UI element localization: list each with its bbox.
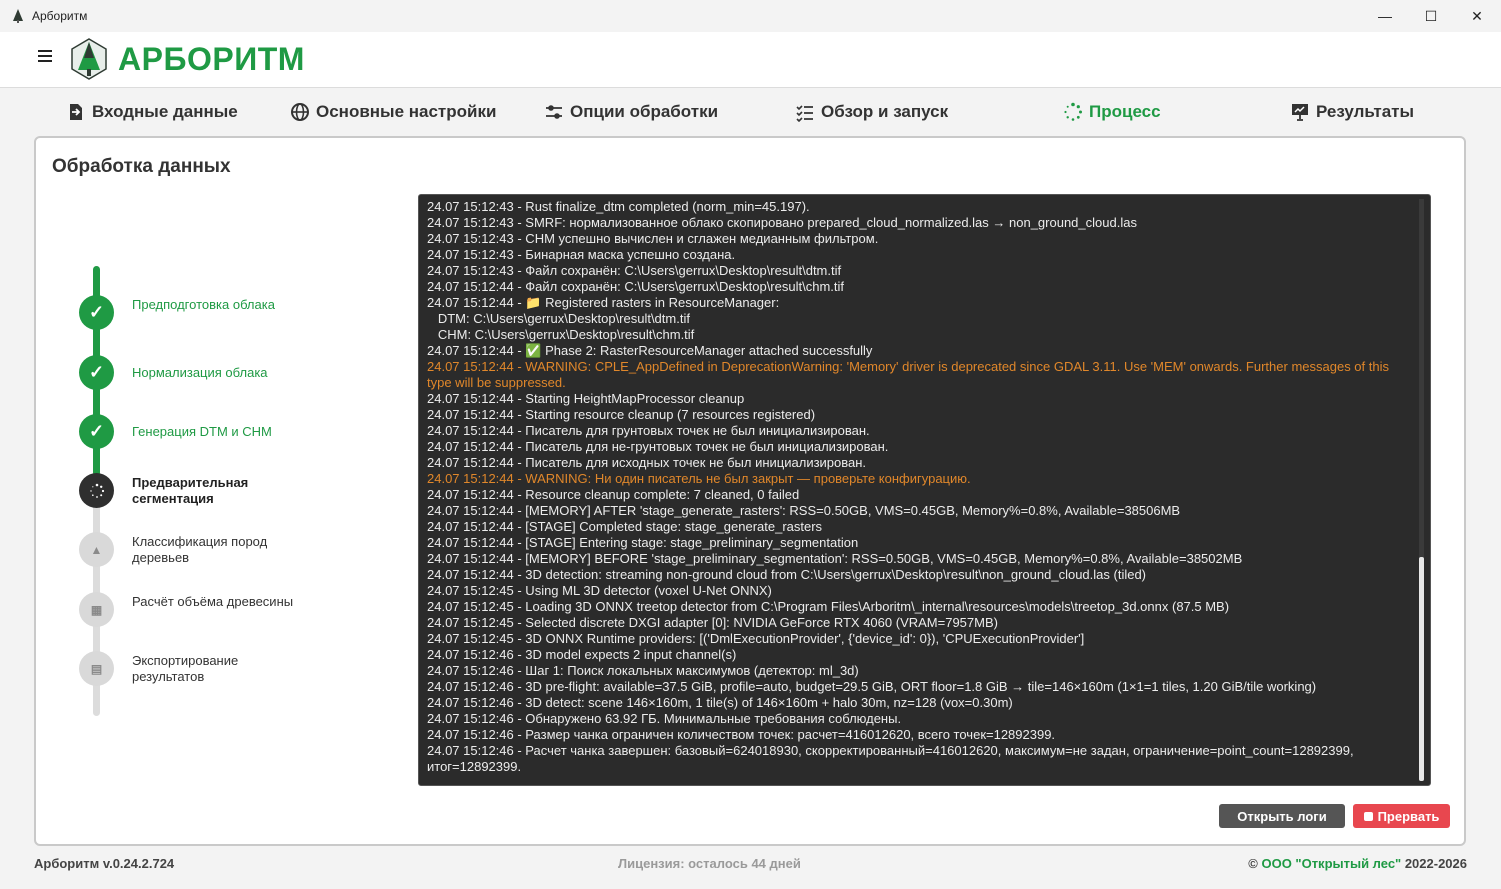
step-4-label: Предварительная сегментация [132, 475, 249, 506]
copyright-symbol: © [1248, 856, 1262, 871]
step-3-check-icon: ✓ [79, 414, 114, 449]
log-line: 24.07 15:12:46 - 3D detect: scene 146×16… [427, 695, 1013, 710]
log-line: 24.07 15:12:44 - Starting HeightMapProce… [427, 391, 745, 406]
step-6-calculator-icon: ▦ [79, 592, 114, 627]
arboritm-logo [71, 38, 107, 80]
globe-icon [290, 102, 310, 122]
sliders-icon [544, 102, 564, 122]
minimize-button[interactable]: — [1362, 0, 1408, 32]
license-status: Лицензия: осталось 44 дней [618, 856, 801, 871]
log-line: 24.07 15:12:44 - [MEMORY] BEFORE 'stage_… [427, 551, 1243, 566]
log-lines: 24.07 15:12:43 - Rust finalize_dtm compl… [427, 199, 1417, 775]
processing-panel: Обработка данных ✓ Предподготовка облака… [34, 136, 1466, 846]
presentation-icon [1290, 102, 1310, 122]
step-5-label: Классификация пород деревьев [132, 534, 268, 565]
log-line: 24.07 15:12:46 - Шаг 1: Поиск локальных … [427, 663, 859, 678]
log-scrollbar-thumb[interactable] [1419, 557, 1424, 781]
spinner-icon [1063, 102, 1083, 122]
log-line: 24.07 15:12:44 - Писатель для грунтовых … [427, 423, 870, 438]
log-line: 24.07 15:12:44 - WARNING: Ни один писате… [427, 471, 971, 486]
stop-icon [1363, 811, 1373, 821]
step-2-check-icon: ✓ [79, 355, 114, 390]
organization-link[interactable]: ООО "Открытый лес" [1261, 856, 1401, 871]
log-line: 24.07 15:12:44 - [STAGE] Entering stage:… [427, 535, 859, 550]
step-7-label: Экспортирование результатов [132, 653, 239, 684]
menu-hamburger-icon[interactable] [38, 50, 52, 66]
log-line: 24.07 15:12:44 - [STAGE] Completed stage… [427, 519, 823, 534]
log-line: 24.07 15:12:46 - Обнаружено 63.92 ГБ. Ми… [427, 711, 902, 726]
log-line: 24.07 15:12:43 - CHM успешно вычислен и … [427, 231, 879, 246]
log-line: 24.07 15:12:44 - 3D detection: streaming… [427, 567, 1147, 582]
log-line: 24.07 15:12:45 - Selected discrete DXGI … [427, 615, 998, 630]
log-line: 24.07 15:12:44 - Писатель для не-грунтов… [427, 439, 889, 454]
log-line: 24.07 15:12:44 - Resource cleanup comple… [427, 487, 800, 502]
window-titlebar: Арборитм — ☐ ✕ [0, 0, 1501, 32]
log-line: 24.07 15:12:43 - Rust finalize_dtm compl… [427, 199, 810, 214]
step-4-spinner-icon [79, 473, 114, 508]
copyright-years: 2022-2026 [1401, 856, 1467, 871]
log-line: 24.07 15:12:45 - 3D ONNX Runtime provide… [427, 631, 1085, 646]
tab-process[interactable]: Процесс [1063, 100, 1161, 124]
panel-title: Обработка данных [52, 156, 231, 177]
step-7-database-icon: ▤ [79, 651, 114, 686]
log-line: 24.07 15:12:44 - Starting resource clean… [427, 407, 816, 422]
log-line: 24.07 15:12:46 - Расчет чанка завершен: … [427, 743, 1358, 774]
app-version: Арборитм v.0.24.2.724 [34, 856, 175, 871]
brand-name: АРБОРИТМ [118, 41, 305, 77]
main-tabs: Входные данные Основные настройки Опции … [0, 88, 1501, 134]
log-line: 24.07 15:12:44 - ✅ Phase 2: RasterResour… [427, 343, 873, 358]
log-line: 24.07 15:12:45 - Loading 3D ONNX treetop… [427, 599, 1230, 614]
log-line: 24.07 15:12:43 - Бинарная маска успешно … [427, 247, 736, 262]
log-line: 24.07 15:12:44 - Писатель для исходных т… [427, 455, 867, 470]
log-line: 24.07 15:12:43 - SMRF: нормализованное о… [427, 215, 1137, 230]
close-icon: ✕ [1471, 7, 1483, 24]
tab-label: Процесс [1089, 102, 1161, 121]
tab-results[interactable]: Результаты [1290, 100, 1414, 124]
minimize-icon: — [1378, 8, 1392, 24]
tab-label: Результаты [1316, 102, 1415, 121]
tab-label: Основные настройки [316, 102, 497, 121]
tab-label: Обзор и запуск [821, 102, 949, 121]
log-line: 24.07 15:12:45 - Using ML 3D detector (v… [427, 583, 772, 598]
log-line: 24.07 15:12:43 - Файл сохранён: C:\Users… [427, 263, 842, 278]
window-title: Арборитм [32, 9, 88, 23]
tab-label: Опции обработки [570, 102, 719, 121]
step-3-label: Генерация DTM и CHM [132, 424, 272, 439]
step-6-label: Расчёт объёма древесины [132, 594, 294, 609]
log-output[interactable]: 24.07 15:12:43 - Rust finalize_dtm compl… [418, 194, 1431, 786]
step-1-check-icon: ✓ [79, 295, 114, 330]
open-logs-button[interactable]: Открыть логи [1219, 804, 1345, 828]
log-line: 24.07 15:12:46 - 3D model expects 2 inpu… [427, 647, 737, 662]
app-tree-icon [13, 9, 23, 23]
log-line: 24.07 15:12:44 - 📁 Registered rasters in… [427, 295, 780, 310]
log-line: 24.07 15:12:44 - WARNING: CPLE_AppDefine… [427, 359, 1393, 390]
copyright: © ООО "Открытый лес" 2022-2026 [1248, 856, 1467, 871]
tab-label: Входные данные [92, 102, 238, 121]
step-1-label: Предподготовка облака [132, 297, 275, 312]
tab-processing-options[interactable]: Опции обработки [544, 100, 718, 124]
log-line: 24.07 15:12:46 - 3D pre-flight: availabl… [427, 679, 1317, 694]
tab-input-data[interactable]: Входные данные [66, 100, 238, 124]
tab-main-settings[interactable]: Основные настройки [290, 100, 496, 124]
open-logs-label: Открыть логи [1237, 808, 1327, 824]
checklist-icon [795, 102, 815, 122]
log-line: 24.07 15:12:44 - [MEMORY] AFTER 'stage_g… [427, 503, 1181, 518]
log-line: 24.07 15:12:46 - Размер чанка ограничен … [427, 727, 1056, 742]
log-line: DTM: C:\Users\gerrux\Desktop\result\dtm.… [427, 311, 690, 326]
file-import-icon [66, 102, 86, 122]
stop-button[interactable]: Прервать [1353, 804, 1450, 828]
step-5-tree-icon: ▲ [79, 532, 114, 567]
log-line: CHM: C:\Users\gerrux\Desktop\result\chm.… [427, 327, 695, 342]
log-line: 24.07 15:12:44 - Файл сохранён: C:\Users… [427, 279, 844, 294]
step-2-label: Нормализация облака [132, 365, 268, 380]
tab-review-and-run[interactable]: Обзор и запуск [795, 100, 948, 124]
stop-label: Прервать [1377, 808, 1440, 824]
close-window-button[interactable]: ✕ [1454, 0, 1500, 32]
maximize-button[interactable]: ☐ [1408, 0, 1454, 32]
app-header: АРБОРИТМ [0, 32, 1501, 88]
maximize-icon: ☐ [1424, 7, 1438, 24]
